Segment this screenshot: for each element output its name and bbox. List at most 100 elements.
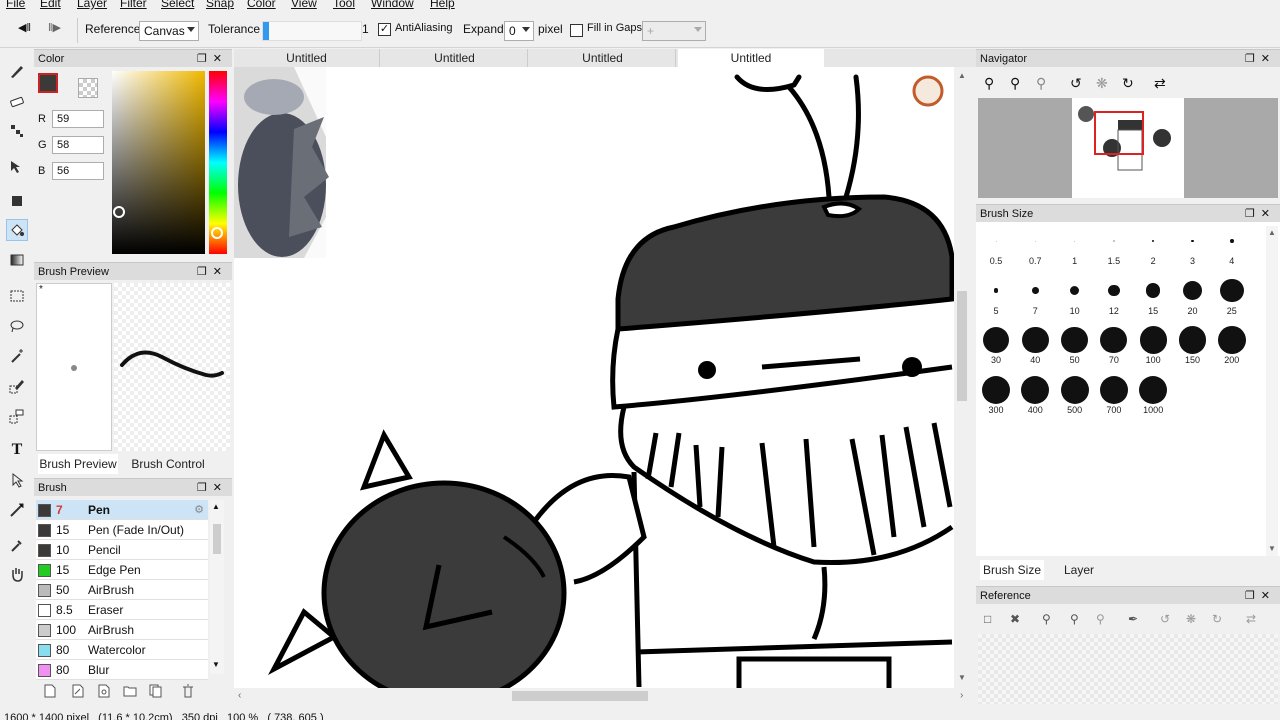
tab-brush-preview[interactable]: Brush Preview	[38, 454, 118, 474]
folder-icon[interactable]	[122, 683, 138, 699]
edit-brush-icon[interactable]	[70, 683, 86, 699]
brush-list-item[interactable]: 15 Edge Pen	[36, 560, 208, 580]
fill-rect-icon[interactable]	[6, 190, 28, 212]
menu-help[interactable]: Help	[430, 0, 455, 10]
tolerance-slider[interactable]	[262, 21, 362, 41]
tab-brush-control[interactable]: Brush Control	[128, 454, 208, 474]
rotate-left-icon[interactable]: ↺	[1070, 75, 1082, 92]
menu-view[interactable]: View	[291, 0, 317, 10]
brush-size-option[interactable]: 1000	[1135, 375, 1171, 419]
antialiasing-checkbox[interactable]: ✓	[378, 23, 391, 36]
flip-icon[interactable]: ⇄	[1154, 75, 1166, 92]
vertical-scrollbar-thumb[interactable]	[957, 291, 967, 401]
reference-canvas[interactable]	[978, 634, 1278, 704]
brush-size-option[interactable]: 30	[978, 325, 1014, 369]
zoom-fit-icon[interactable]: ⚲	[1036, 75, 1046, 92]
zoom-in-icon[interactable]: ⚲	[1042, 612, 1051, 626]
brush-size-option[interactable]: 500	[1057, 375, 1093, 419]
panel-controls-icon[interactable]: ❐✕	[1245, 207, 1276, 220]
scroll-up-icon[interactable]: ▲	[1268, 228, 1276, 237]
select-eraser-icon[interactable]	[6, 405, 28, 427]
canvas-vertical-scrollbar[interactable]: ▲ ▼	[954, 67, 970, 688]
new-brush-icon[interactable]	[42, 683, 58, 699]
brush-size-option[interactable]: 200	[1214, 325, 1250, 369]
brush-size-option[interactable]: 25	[1214, 276, 1250, 320]
divide-icon[interactable]	[6, 499, 28, 521]
scrollbar-thumb[interactable]	[213, 524, 221, 554]
brush-list-item[interactable]: 10 Pencil	[36, 540, 208, 560]
tab-document-2[interactable]: Untitled	[382, 49, 528, 67]
dot-pen-icon[interactable]	[6, 120, 28, 142]
brush-size-option[interactable]: 10	[1057, 276, 1093, 320]
brush-size-option[interactable]: 1.5	[1096, 226, 1132, 270]
scroll-right-icon[interactable]: ›	[960, 690, 963, 701]
hue-slider[interactable]	[209, 71, 227, 254]
reset-rotation-icon[interactable]: ❋	[1096, 75, 1108, 92]
select-pen-icon[interactable]	[6, 375, 28, 397]
brush-list-item[interactable]: 8.5 Eraser	[36, 600, 208, 620]
tab-document-3[interactable]: Untitled	[530, 49, 676, 67]
viewport-rectangle[interactable]	[1094, 111, 1144, 155]
transparent-color-swatch[interactable]	[78, 78, 98, 98]
menu-filter[interactable]: Filter	[120, 0, 147, 10]
brush-size-option[interactable]: 400	[1017, 375, 1053, 419]
menu-snap[interactable]: Snap	[206, 0, 234, 10]
tab-layer[interactable]: Layer	[1054, 560, 1104, 580]
brush-size-option[interactable]: 4	[1214, 226, 1250, 270]
gradient-icon[interactable]	[6, 249, 28, 271]
brush-size-option[interactable]: 3	[1175, 226, 1211, 270]
brush-size-option[interactable]: 40	[1017, 325, 1053, 369]
scroll-down-icon[interactable]: ▼	[958, 673, 966, 682]
rotate-right-icon[interactable]: ↻	[1122, 75, 1134, 92]
delete-reference-icon[interactable]: ✖	[1010, 612, 1020, 626]
scroll-down-icon[interactable]: ▼	[1268, 544, 1276, 553]
expand-select[interactable]: 0	[504, 21, 534, 41]
panel-controls-icon[interactable]: ❐✕	[1245, 52, 1276, 65]
panel-controls-icon[interactable]: ❐✕	[197, 481, 228, 494]
fill-gaps-checkbox[interactable]	[570, 24, 583, 37]
menu-tool[interactable]: Tool	[333, 0, 355, 10]
brush-size-option[interactable]: 12	[1096, 276, 1132, 320]
lasso-icon[interactable]	[6, 315, 28, 337]
rotate-right-icon[interactable]: ↻	[1212, 612, 1222, 626]
brush-size-scrollbar[interactable]: ▲ ▼	[1266, 226, 1278, 556]
b-value-field[interactable]: 56	[52, 162, 104, 180]
drawing-canvas[interactable]	[234, 67, 954, 688]
fill-gaps-select[interactable]: +	[642, 21, 706, 41]
menu-layer[interactable]: Layer	[77, 0, 107, 10]
delete-brush-icon[interactable]	[180, 683, 196, 699]
brush-list-item[interactable]: 7 Pen ⚙	[36, 500, 208, 520]
brush-list-item[interactable]: 15 Pen (Fade In/Out)	[36, 520, 208, 540]
brush-size-option[interactable]: 150	[1175, 325, 1211, 369]
canvas-horizontal-scrollbar[interactable]: ‹ ›	[234, 688, 970, 704]
magic-wand-icon[interactable]	[6, 345, 28, 367]
copy-brush-icon[interactable]	[148, 683, 164, 699]
move-icon[interactable]	[6, 156, 28, 178]
panel-controls-icon[interactable]: ❐✕	[197, 265, 228, 278]
tab-brush-size[interactable]: Brush Size	[980, 560, 1044, 580]
brush-list-item[interactable]: 100 AirBrush	[36, 620, 208, 640]
horizontal-scrollbar-thumb[interactable]	[512, 691, 648, 701]
reset-rotation-icon[interactable]: ❋	[1186, 612, 1196, 626]
zoom-out-icon[interactable]: ⚲	[1070, 612, 1079, 626]
eyedropper-icon[interactable]: ✒	[1128, 612, 1138, 626]
foreground-color-swatch[interactable]	[38, 73, 58, 93]
brush-size-option[interactable]: 2	[1135, 226, 1171, 270]
brush-size-option[interactable]: 300	[978, 375, 1014, 419]
hand-icon[interactable]	[6, 563, 28, 585]
reference-select[interactable]: Canvas	[139, 21, 199, 41]
tab-document-1[interactable]: Untitled	[234, 49, 380, 67]
menu-file[interactable]: File	[6, 0, 25, 10]
menu-window[interactable]: Window	[371, 0, 414, 10]
brush-size-option[interactable]: 1	[1057, 226, 1093, 270]
saturation-value-picker[interactable]	[112, 71, 205, 254]
g-value-field[interactable]: 58	[52, 136, 104, 154]
brush-size-option[interactable]: 700	[1096, 375, 1132, 419]
pen-icon[interactable]	[6, 60, 28, 82]
brush-size-option[interactable]: 0.7	[1017, 226, 1053, 270]
navigator-thumbnail[interactable]	[978, 98, 1278, 198]
panel-controls-icon[interactable]: ❐✕	[1245, 589, 1276, 602]
select-rect-icon[interactable]	[6, 285, 28, 307]
brush-size-option[interactable]: 20	[1175, 276, 1211, 320]
eyedropper-icon[interactable]	[6, 534, 28, 556]
